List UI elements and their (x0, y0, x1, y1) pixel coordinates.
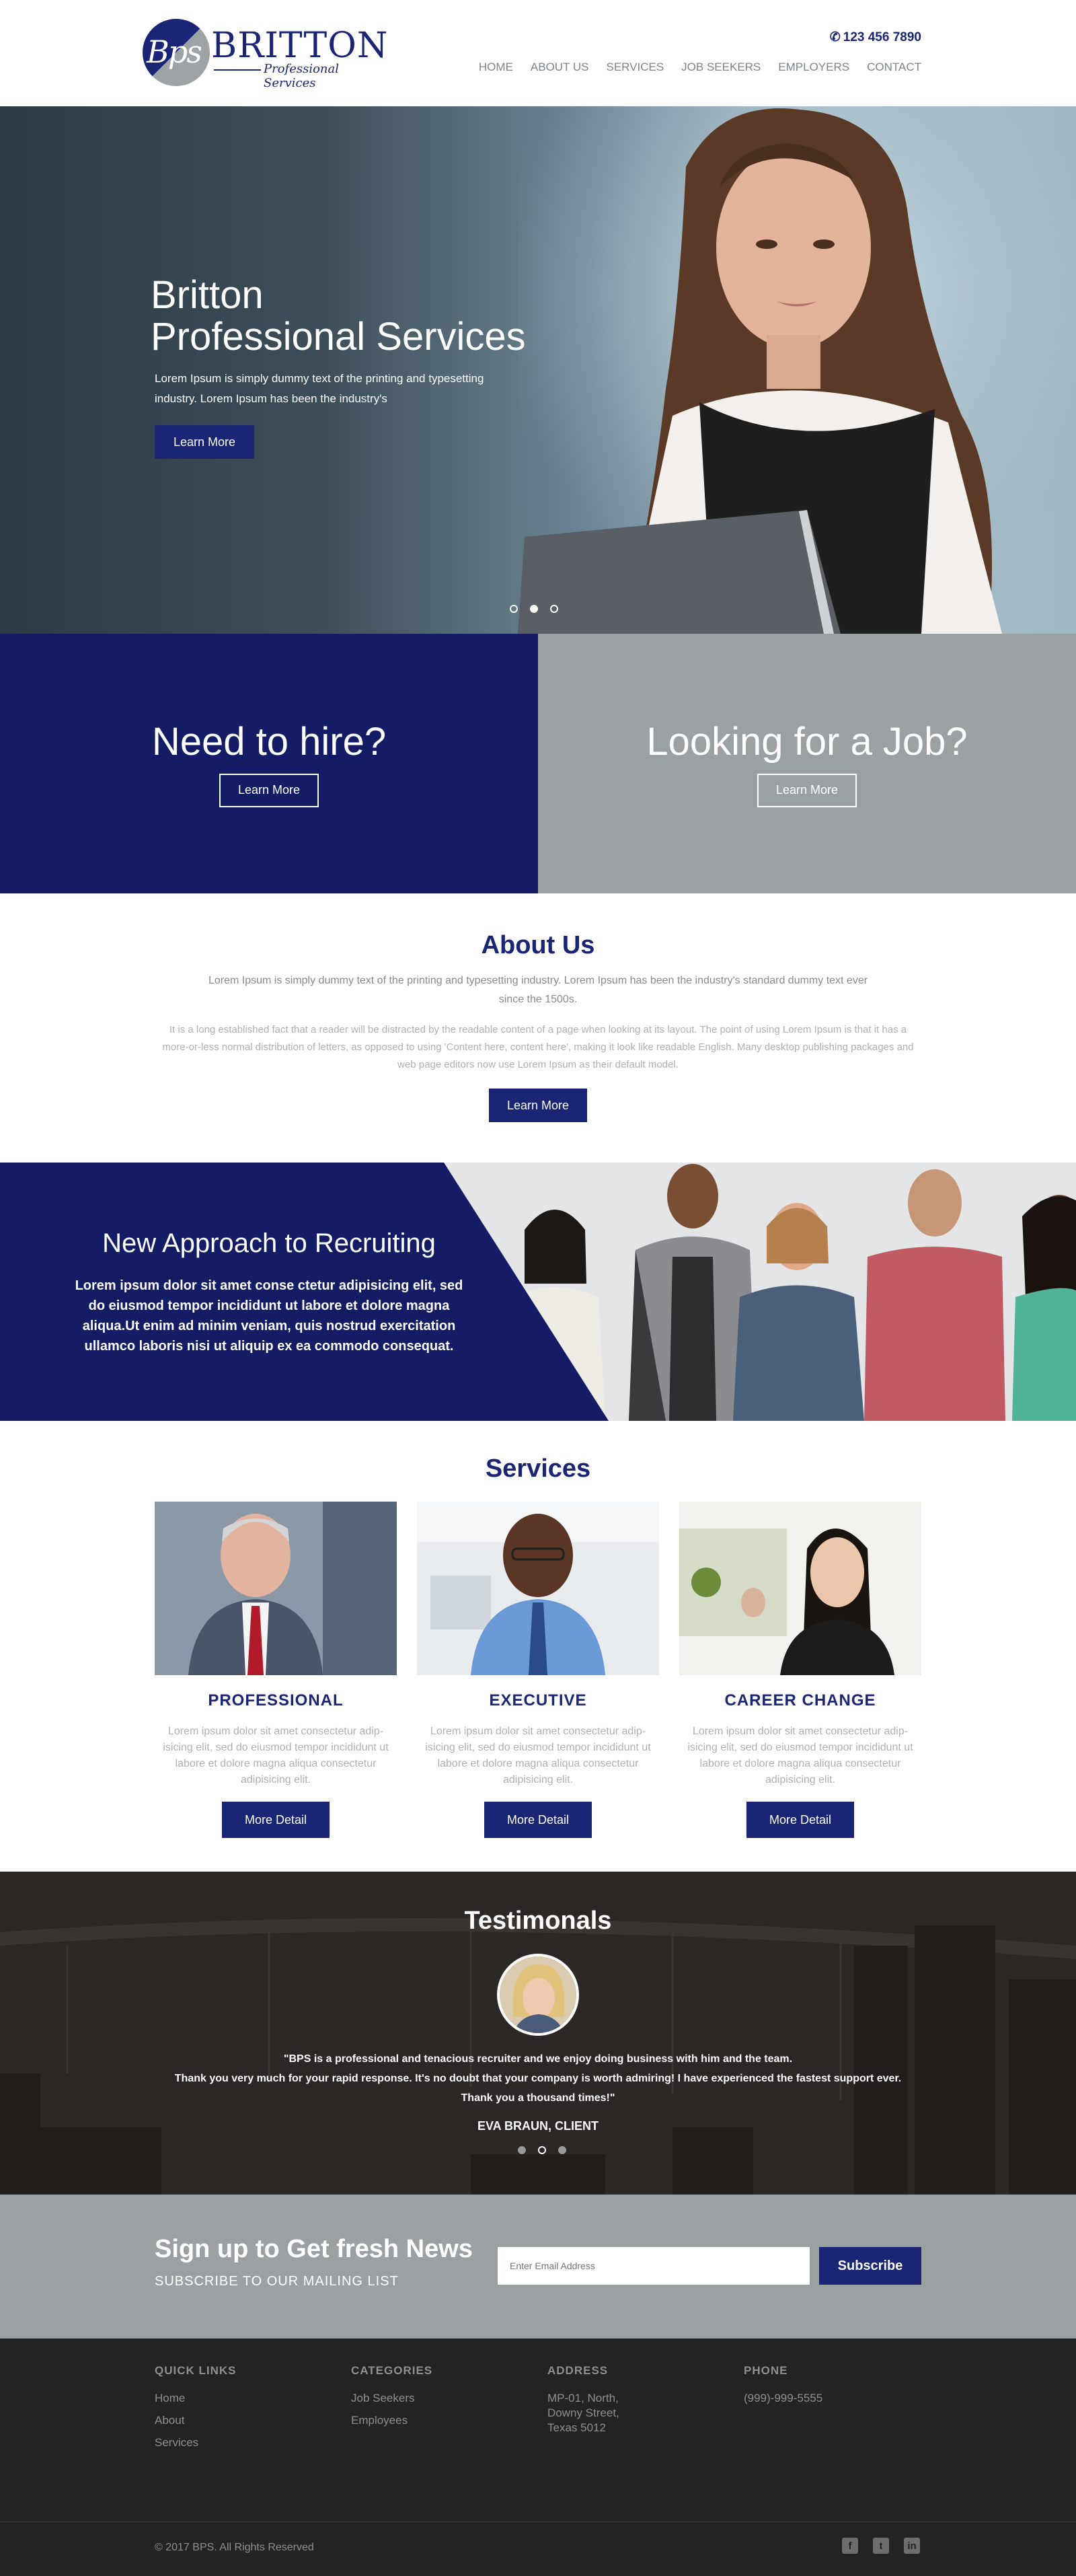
newsletter-title: Sign up to Get fresh News (155, 2235, 473, 2263)
quote-line: "BPS is a professional and tenacious rec… (283, 2053, 793, 2065)
service-card-professional: PROFESSIONAL Lorem ipsum dolor sit amet … (155, 1502, 397, 1838)
about-body-text: It is a long established fact that a rea… (162, 1024, 914, 1070)
testimonial-dots (518, 2146, 566, 2154)
main-nav: HOME ABOUT US SERVICES JOB SEEKERS EMPLO… (461, 61, 921, 74)
footer-phone: PHONE (999)-999-5555 (744, 2364, 822, 2413)
footer-heading: ADDRESS (547, 2364, 609, 2377)
executive-title: EXECUTIVE (489, 1691, 587, 1709)
job-title: Looking for a Job? (646, 719, 968, 764)
job-panel: Looking for a Job? Learn More (538, 634, 1076, 893)
logo-name: BRITTON (211, 26, 389, 66)
service-card-career-change: CAREER CHANGE Lorem ipsum dolor sit amet… (679, 1502, 921, 1838)
header-phone[interactable]: ✆ 123 456 7890 (830, 30, 921, 45)
approach-section: New Approach to Recruiting Lorem ipsum d… (0, 1163, 1076, 1421)
slider-dot[interactable] (518, 2146, 526, 2154)
nav-employers[interactable]: EMPLOYERS (778, 61, 849, 74)
slider-dot-active[interactable] (530, 605, 538, 613)
hire-panel: Need to hire? Learn More (0, 634, 538, 893)
nav-home[interactable]: HOME (479, 61, 513, 74)
services-title: Services (485, 1455, 591, 1483)
phone-number: 123 456 7890 (843, 30, 921, 44)
footer-heading: QUICK LINKS (155, 2364, 237, 2377)
address-line: Downy Street, (547, 2406, 619, 2419)
footer-link-employees[interactable]: Employees (351, 2413, 432, 2428)
hero-title-line1: Britton (151, 273, 264, 317)
professional-text: Lorem ipsum dolor sit amet consectetur a… (163, 1726, 389, 1786)
executive-more-detail-button[interactable]: More Detail (484, 1802, 592, 1838)
nav-about-us[interactable]: ABOUT US (531, 61, 589, 74)
address-line: Texas 5012 (547, 2421, 606, 2434)
phone-icon: ✆ (829, 30, 841, 44)
footer-address: ADDRESS MP-01, North, Downy Street, Texa… (547, 2364, 619, 2435)
logo-letters: Bps (147, 34, 202, 70)
career-change-image (679, 1502, 921, 1675)
logo-emblem: Bps (143, 19, 210, 86)
footer-quick-links: QUICK LINKS Home About Services (155, 2364, 237, 2458)
testimonial-quote: "BPS is a professional and tenacious rec… (134, 2049, 942, 2108)
quote-line: Thank you very much for your rapid respo… (174, 2073, 902, 2084)
testimonials-section: Testimonals "BPS is a professional and t… (0, 1872, 1076, 2195)
hero-learn-more-button[interactable]: Learn More (155, 425, 254, 459)
professional-image (155, 1502, 397, 1675)
twitter-icon[interactable]: t (873, 2538, 889, 2554)
copyright: © 2017 BPS. All Rights Reserved (155, 2542, 314, 2553)
executive-text: Lorem ipsum dolor sit amet consectetur a… (425, 1726, 651, 1786)
newsletter-section: Sign up to Get fresh News SUBSCRIBE TO O… (0, 2195, 1076, 2339)
logo-tagline: Professional Services (264, 62, 340, 90)
executive-image (417, 1502, 659, 1675)
social-links: f t in (842, 2538, 920, 2554)
footer-heading: CATEGORIES (351, 2364, 433, 2377)
approach-title: New Approach to Recruiting (102, 1228, 436, 1258)
hero-text: Lorem Ipsum is simply dummy text of the … (155, 372, 484, 405)
quote-line: Thank you a thousand times!" (461, 2092, 615, 2104)
site-footer: QUICK LINKS Home About Services CATEGORI… (0, 2339, 1076, 2576)
newsletter-subtitle: SUBSCRIBE TO OUR MAILING LIST (155, 2274, 399, 2289)
footer-link-about[interactable]: About (155, 2413, 237, 2428)
career-change-text: Lorem ipsum dolor sit amet consectetur a… (687, 1726, 913, 1786)
slider-dot[interactable] (550, 605, 558, 613)
hero-woman-image (518, 106, 1076, 634)
career-change-more-detail-button[interactable]: More Detail (746, 1802, 854, 1838)
facebook-icon[interactable]: f (842, 2538, 858, 2554)
logo-rule (214, 69, 261, 71)
job-learn-more-button[interactable]: Learn More (757, 773, 857, 807)
hero-title: Britton Professional Services (151, 274, 526, 358)
approach-text: Lorem ipsum dolor sit amet conse ctetur … (75, 1278, 463, 1354)
nav-contact[interactable]: CONTACT (867, 61, 921, 74)
hero-title-line2: Professional Services (151, 315, 526, 359)
logo[interactable]: Bps BRITTON Professional Services (143, 19, 387, 90)
about-section: About Us Lorem Ipsum is simply dummy tex… (0, 893, 1076, 1163)
about-lead-text: Lorem Ipsum is simply dummy text of the … (208, 975, 868, 1005)
about-title: About Us (481, 931, 595, 959)
professional-more-detail-button[interactable]: More Detail (222, 1802, 330, 1838)
nav-services[interactable]: SERVICES (607, 61, 664, 74)
about-learn-more-button[interactable]: Learn More (489, 1089, 587, 1122)
hire-title: Need to hire? (151, 719, 387, 764)
service-card-executive: EXECUTIVE Lorem ipsum dolor sit amet con… (417, 1502, 659, 1838)
footer-link-services[interactable]: Services (155, 2435, 237, 2450)
hero-slider: Britton Professional Services Lorem Ipsu… (0, 106, 1076, 634)
hero-slider-dots (510, 605, 558, 613)
linkedin-icon[interactable]: in (904, 2538, 920, 2554)
nav-job-seekers[interactable]: JOB SEEKERS (681, 61, 761, 74)
services-section: Services PROFESSIONAL Lorem ipsum dolor … (0, 1421, 1076, 1872)
footer-link-job-seekers[interactable]: Job Seekers (351, 2391, 432, 2406)
subscribe-button[interactable]: Subscribe (819, 2247, 921, 2285)
testimonial-client: EVA BRAUN, CLIENT (477, 2119, 599, 2133)
slider-dot[interactable] (558, 2146, 566, 2154)
slider-dot-active[interactable] (538, 2146, 546, 2154)
professional-title: PROFESSIONAL (208, 1691, 344, 1709)
career-change-title: CAREER CHANGE (724, 1691, 876, 1709)
site-header: Bps BRITTON Professional Services ✆ 123 4… (0, 0, 1076, 106)
email-input[interactable] (498, 2247, 810, 2285)
address-line: MP-01, North, (547, 2392, 619, 2404)
footer-heading: PHONE (744, 2364, 788, 2377)
client-avatar (497, 1954, 579, 2036)
footer-phone-number[interactable]: (999)-999-5555 (744, 2391, 822, 2406)
testimonials-title: Testimonals (464, 1907, 612, 1935)
footer-categories: CATEGORIES Job Seekers Employees (351, 2364, 432, 2435)
footer-link-home[interactable]: Home (155, 2391, 237, 2406)
hire-learn-more-button[interactable]: Learn More (219, 773, 319, 807)
slider-dot[interactable] (510, 605, 518, 613)
